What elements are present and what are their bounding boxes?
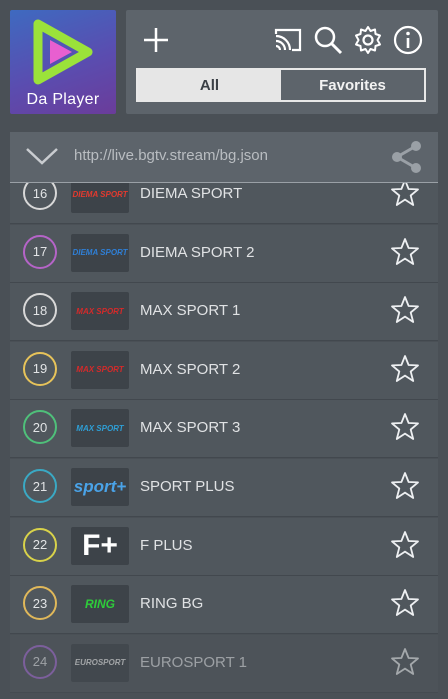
channel-row[interactable]: 19 MAX SPORT MAX SPORT 2 [10, 341, 438, 400]
favorite-star-icon[interactable] [390, 412, 420, 442]
share-icon[interactable] [388, 138, 426, 176]
channel-name: DIEMA SPORT 2 [140, 243, 255, 261]
channel-logo-text: sport+ [73, 477, 127, 496]
info-icon[interactable] [392, 24, 424, 56]
toolbar: All Favorites [126, 10, 438, 114]
channel-logo-text: F+ [82, 528, 118, 562]
channel-row[interactable]: 24 EUROSPORT EUROSPORT 1 [10, 634, 438, 693]
channel-row[interactable]: 23 RING RING BG [10, 576, 438, 635]
channel-logo-text: MAX SPORT [76, 306, 124, 316]
play-logo-icon [33, 19, 93, 85]
channel-row[interactable]: 20 MAX SPORT MAX SPORT 3 [10, 400, 438, 459]
channel-logo: RING [71, 585, 129, 624]
cast-icon[interactable] [272, 24, 304, 56]
channel-number: 19 [23, 351, 57, 386]
channel-number: 21 [23, 469, 57, 503]
playlist-url: http://live.bgtv.stream/bg.json [74, 147, 268, 164]
channel-number: 16 [23, 183, 57, 210]
channel-row[interactable]: 21 sport+ SPORT PLUS [10, 459, 438, 517]
favorite-star-icon[interactable] [390, 183, 420, 208]
channel-number: 22 [23, 527, 57, 562]
channel-number: 24 [23, 644, 57, 679]
favorite-star-icon[interactable] [390, 588, 420, 618]
channel-number: 18 [23, 293, 57, 328]
channel-row[interactable]: 22 F+ F PLUS [10, 517, 438, 576]
favorite-star-icon[interactable] [390, 647, 420, 677]
channel-row[interactable]: 16 DIEMA SPORT DIEMA SPORT [10, 183, 438, 224]
channel-logo: MAX SPORT [71, 292, 129, 331]
channel-name: SPORT PLUS [140, 478, 235, 495]
channel-name: DIEMA SPORT [140, 185, 243, 202]
app-header: Da Player All Favorites [0, 0, 448, 126]
channel-number: 17 [23, 234, 57, 269]
chevron-down-icon[interactable] [24, 144, 60, 168]
channel-logo-text: RING [85, 597, 115, 612]
favorite-star-icon[interactable] [390, 237, 420, 267]
channel-name: MAX SPORT 3 [140, 419, 241, 437]
filter-tabs: All Favorites [136, 68, 426, 102]
channel-logo: sport+ [71, 468, 129, 506]
tab-favorites[interactable]: Favorites [281, 70, 424, 100]
favorite-star-icon[interactable] [390, 471, 420, 501]
channel-logo: DIEMA SPORT [71, 183, 129, 213]
favorite-star-icon[interactable] [390, 295, 420, 325]
add-icon[interactable] [140, 24, 172, 56]
channel-logo-text: DIEMA SPORT [72, 189, 128, 199]
app-logo: Da Player [10, 10, 116, 114]
channel-logo: MAX SPORT [71, 409, 129, 448]
playlist-bar: http://live.bgtv.stream/bg.json [10, 132, 438, 183]
channel-name: MAX SPORT 1 [140, 302, 241, 320]
channel-name: MAX SPORT 2 [140, 360, 241, 378]
channel-number: 23 [23, 586, 57, 621]
gear-icon[interactable] [352, 24, 384, 56]
channel-logo: DIEMA SPORT [71, 233, 129, 272]
favorite-star-icon[interactable] [390, 354, 420, 384]
channel-number: 20 [23, 410, 57, 445]
channel-name: EUROSPORT 1 [140, 653, 247, 671]
channel-logo-text: EUROSPORT [74, 658, 126, 668]
channel-list: 16 DIEMA SPORT DIEMA SPORT 17 DIEMA SPORT DIE… [10, 183, 438, 699]
search-icon[interactable] [312, 24, 344, 56]
tab-all[interactable]: All [138, 70, 281, 100]
channel-name: F PLUS [140, 536, 193, 554]
channel-logo-text: MAX SPORT [76, 365, 124, 375]
channel-row[interactable]: 18 MAX SPORT MAX SPORT 1 [10, 283, 438, 342]
channel-logo: EUROSPORT [71, 643, 129, 682]
channel-row[interactable]: 17 DIEMA SPORT DIEMA SPORT 2 [10, 224, 438, 283]
channel-name: RING BG [140, 595, 204, 613]
channel-logo: MAX SPORT [71, 350, 129, 389]
favorite-star-icon[interactable] [390, 530, 420, 560]
channel-logo-text: DIEMA SPORT [72, 248, 128, 258]
channel-logo: F+ [71, 526, 129, 565]
app-name: Da Player [26, 91, 100, 108]
row-divider [10, 691, 438, 693]
channel-logo-text: MAX SPORT [76, 423, 124, 433]
